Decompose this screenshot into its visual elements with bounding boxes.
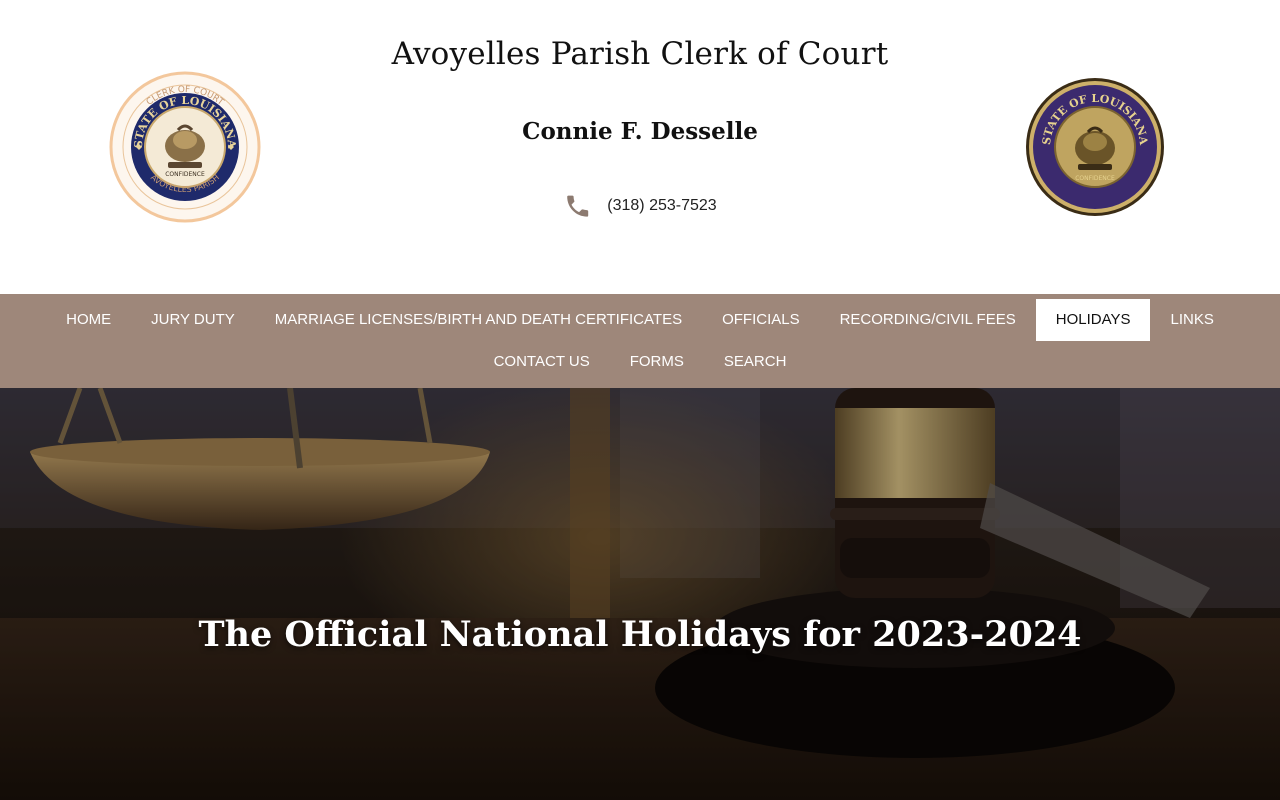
hero-banner: The Official National Holidays for 2023-… xyxy=(0,388,1280,800)
nav-item-officials[interactable]: OFFICIALS xyxy=(702,299,820,341)
nav-item-search[interactable]: SEARCH xyxy=(704,341,807,383)
nav-row-2: CONTACT US FORMS SEARCH xyxy=(0,341,1280,383)
nav-item-contact-us[interactable]: CONTACT US xyxy=(474,341,610,383)
svg-text:CONFIDENCE: CONFIDENCE xyxy=(1075,175,1115,182)
nav-item-recording-civil-fees[interactable]: RECORDING/CIVIL FEES xyxy=(820,299,1036,341)
nav-item-home[interactable]: HOME xyxy=(46,299,131,341)
phone-icon xyxy=(563,192,591,220)
nav-item-marriage-licenses[interactable]: MARRIAGE LICENSES/BIRTH AND DEATH CERTIF… xyxy=(255,299,702,341)
nav-item-holidays[interactable]: HOLIDAYS xyxy=(1035,299,1151,341)
nav-item-jury-duty[interactable]: JURY DUTY xyxy=(131,299,255,341)
svg-text:CONFIDENCE: CONFIDENCE xyxy=(165,171,205,178)
state-of-louisiana-seal: STATE OF LOUISIANA CONFIDENCE xyxy=(1024,76,1166,218)
gavel-and-scales-image xyxy=(0,388,1280,800)
site-header: CLERK OF COURT STATE OF LOUISIANA AVOYEL… xyxy=(0,0,1280,294)
phone-number[interactable]: (318) 253-7523 xyxy=(607,197,716,215)
nav-row-1: HOME JURY DUTY MARRIAGE LICENSES/BIRTH A… xyxy=(0,299,1280,341)
nav-item-forms[interactable]: FORMS xyxy=(610,341,704,383)
nav-item-links[interactable]: LINKS xyxy=(1150,299,1233,341)
main-navigation: HOME JURY DUTY MARRIAGE LICENSES/BIRTH A… xyxy=(0,294,1280,388)
site-title: Avoyelles Parish Clerk of Court xyxy=(391,36,889,72)
page-title: The Official National Holidays for 2023-… xyxy=(198,614,1082,655)
